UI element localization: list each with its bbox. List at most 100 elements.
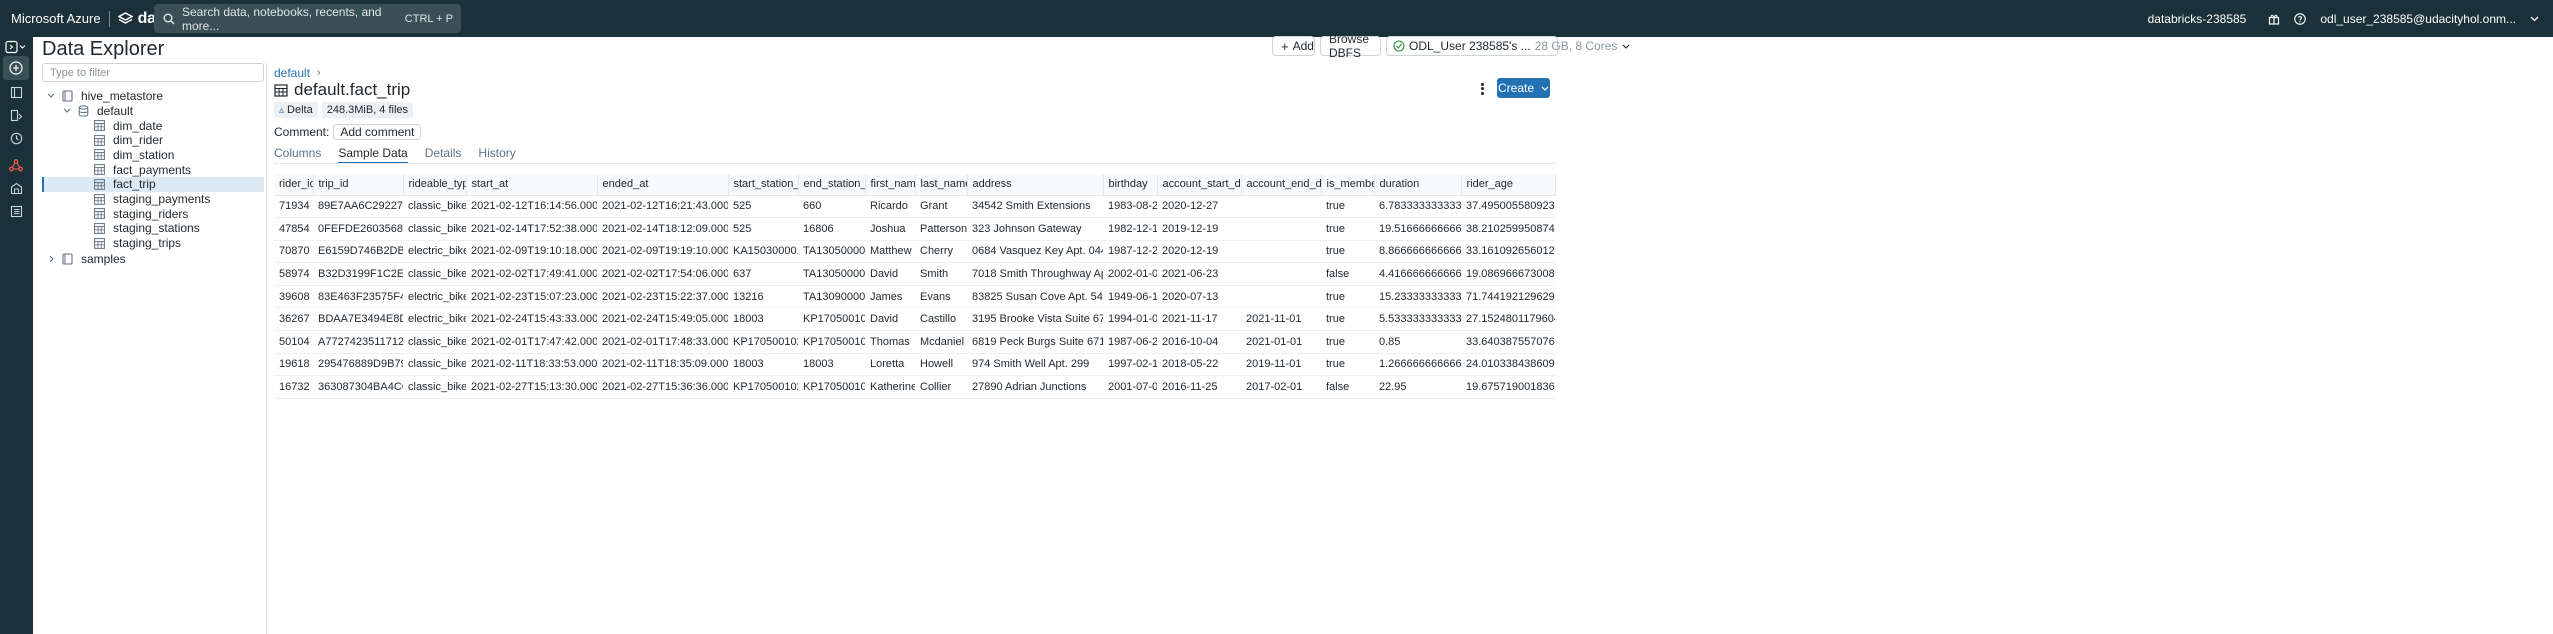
table-cell: KP1705001026 [798,330,865,354]
chevron-down-icon[interactable] [46,93,56,98]
table-cell: 6.783333333333333 [1374,195,1461,219]
brand-divider [108,10,110,27]
tab-history[interactable]: History [478,146,515,164]
table-header-row: rider_idtrip_idrideable_typestart_atende… [274,174,1556,196]
add-button[interactable]: + Add [1272,36,1315,56]
column-header-start-station-id[interactable]: start_station_id [728,174,799,196]
table-icon [94,134,108,146]
table-cell: KP1705001026 [798,375,865,399]
recents-nav-icon[interactable] [3,126,29,150]
table-icon [94,120,108,131]
table-cell [1241,285,1321,309]
column-header-birthday[interactable]: birthday [1103,174,1158,196]
column-header-is-member[interactable]: is_member [1321,174,1375,196]
table-cell: KP1705001026 [728,330,798,354]
tab-details[interactable]: Details [425,146,462,164]
tree-node-table[interactable]: dim_rider [42,133,264,148]
workspace-nav-icon[interactable] [3,80,29,104]
tab-columns[interactable]: Columns [274,146,321,164]
chevron-down-icon[interactable] [62,108,72,113]
add-comment-button[interactable]: Add comment [333,124,422,140]
column-header-ended-at[interactable]: ended_at [597,174,729,196]
column-header-trip-id[interactable]: trip_id [313,174,404,196]
breadcrumb: default › [274,66,321,80]
tree-node-table[interactable]: staging_trips [42,236,264,251]
table-cell: 36267 [274,307,313,332]
tree-node-table[interactable]: fact_payments [42,162,264,177]
tree-node-table[interactable]: staging_payments [42,192,264,207]
tree-node-table[interactable]: staging_riders [42,206,264,221]
table-row: 36267BDAA7E3494E8D545electric_bike2021-0… [274,307,1555,332]
tree-node-schema[interactable]: default [42,103,264,118]
table-cell: 2021-02-11T18:33:53.000+0000 [466,353,597,377]
plus-icon: + [1281,38,1289,54]
cluster-selector[interactable]: ODL_User 238585's ... 28 GB, 8 Cores [1386,36,1630,56]
column-header-rider-id[interactable]: rider_id [274,174,314,196]
column-header-address[interactable]: address [967,174,1104,196]
table-row: 70870E6159D746B2DB891electric_bike2021-0… [274,240,1555,264]
workflows-nav-icon[interactable] [3,199,29,223]
table-icon [274,83,288,97]
table-cell: 8.866666666666667 [1374,240,1461,264]
table-cell: 1987-06-22 [1103,330,1157,354]
browse-dbfs-button[interactable]: Browse DBFS [1320,32,1381,60]
table-cell: 2021-02-27T15:36:36.000+0000 [597,375,728,399]
more-options-icon[interactable] [1477,82,1487,96]
tree-node-label: dim_station [113,147,175,162]
column-header-start-at[interactable]: start_at [466,174,598,196]
column-header-first-name[interactable]: first_name [865,174,916,196]
column-header-account-start-date[interactable]: account_start_date [1157,174,1242,196]
gift-icon[interactable] [2268,13,2280,25]
column-header-rider-age[interactable]: rider_age [1461,174,1556,196]
comment-label: Comment: [274,125,330,139]
tree-node-table[interactable]: fact_trip [42,176,264,192]
panel-divider[interactable] [266,62,267,634]
table-cell: classic_bike [403,353,466,377]
column-header-rideable-type[interactable]: rideable_type [403,174,467,196]
chevron-down-icon[interactable] [2530,16,2539,22]
add-button-label: Add [1292,39,1314,53]
table-icon [94,193,108,205]
tree-filter-input[interactable]: Type to filter [42,63,264,82]
table-cell: 2002-01-07 [1103,262,1157,286]
data-nav-icon[interactable] [3,153,29,177]
column-header-last-name[interactable]: last_name [915,174,968,196]
column-header-end-station-id[interactable]: end_station_id [798,174,866,196]
column-header-duration[interactable]: duration [1374,174,1462,196]
tree-node-table[interactable]: staging_stations [42,221,264,236]
top-bar-right: databricks-238585 odl_user_238585@udacit… [2148,0,2553,37]
table-cell: Katherine [865,375,915,399]
table-cell: 2021-02-02T17:49:41.000+0000 [466,262,597,286]
table-cell: 71.74419212962962 [1461,285,1555,309]
tabs-underline [274,163,1555,164]
create-nav-icon[interactable] [3,56,29,80]
help-icon[interactable] [2294,12,2307,25]
tab-sample-data[interactable]: Sample Data [338,146,408,164]
workspace-switcher[interactable]: databricks-238585 [2148,12,2247,26]
table-cell: 2016-10-04 [1157,330,1241,354]
compute-nav-icon[interactable] [3,176,29,200]
tree-node-metastore[interactable]: hive_metastore [42,88,264,103]
comment-row: Comment: Add comment [274,124,422,140]
create-button-label: Create [1497,81,1535,95]
column-header-account-end-date[interactable]: account_end_date [1241,174,1322,196]
table-cell: 637 [728,262,798,286]
tree-node-table[interactable]: dim_station [42,147,264,162]
size-badge: 248.3MiB, 4 files [321,102,414,118]
table-cell: false [1321,262,1374,286]
chevron-right-icon[interactable] [46,255,56,263]
table-cell: 2020-07-13 [1157,285,1241,309]
table-cell: 1982-12-10 [1103,217,1157,241]
tree-node-samples[interactable]: samples [42,251,264,266]
table-cell [1241,195,1321,219]
user-menu[interactable]: odl_user_238585@udacityhol.onm... [2320,12,2516,26]
table-cell: 1949-06-15 [1103,285,1157,309]
create-button[interactable]: Create [1497,78,1550,98]
table-cell: B32D3199F1C2E75B [313,262,403,286]
tree-node-table[interactable]: dim_date [42,118,264,133]
breadcrumb-link[interactable]: default [274,66,310,80]
repos-nav-icon[interactable] [3,103,29,127]
table-cell: 2021-02-12T16:21:43.000+0000 [597,195,728,219]
search-bar[interactable]: Search data, notebooks, recents, and mor… [154,4,461,33]
table-cell: 33.64038755707624 [1461,330,1555,354]
